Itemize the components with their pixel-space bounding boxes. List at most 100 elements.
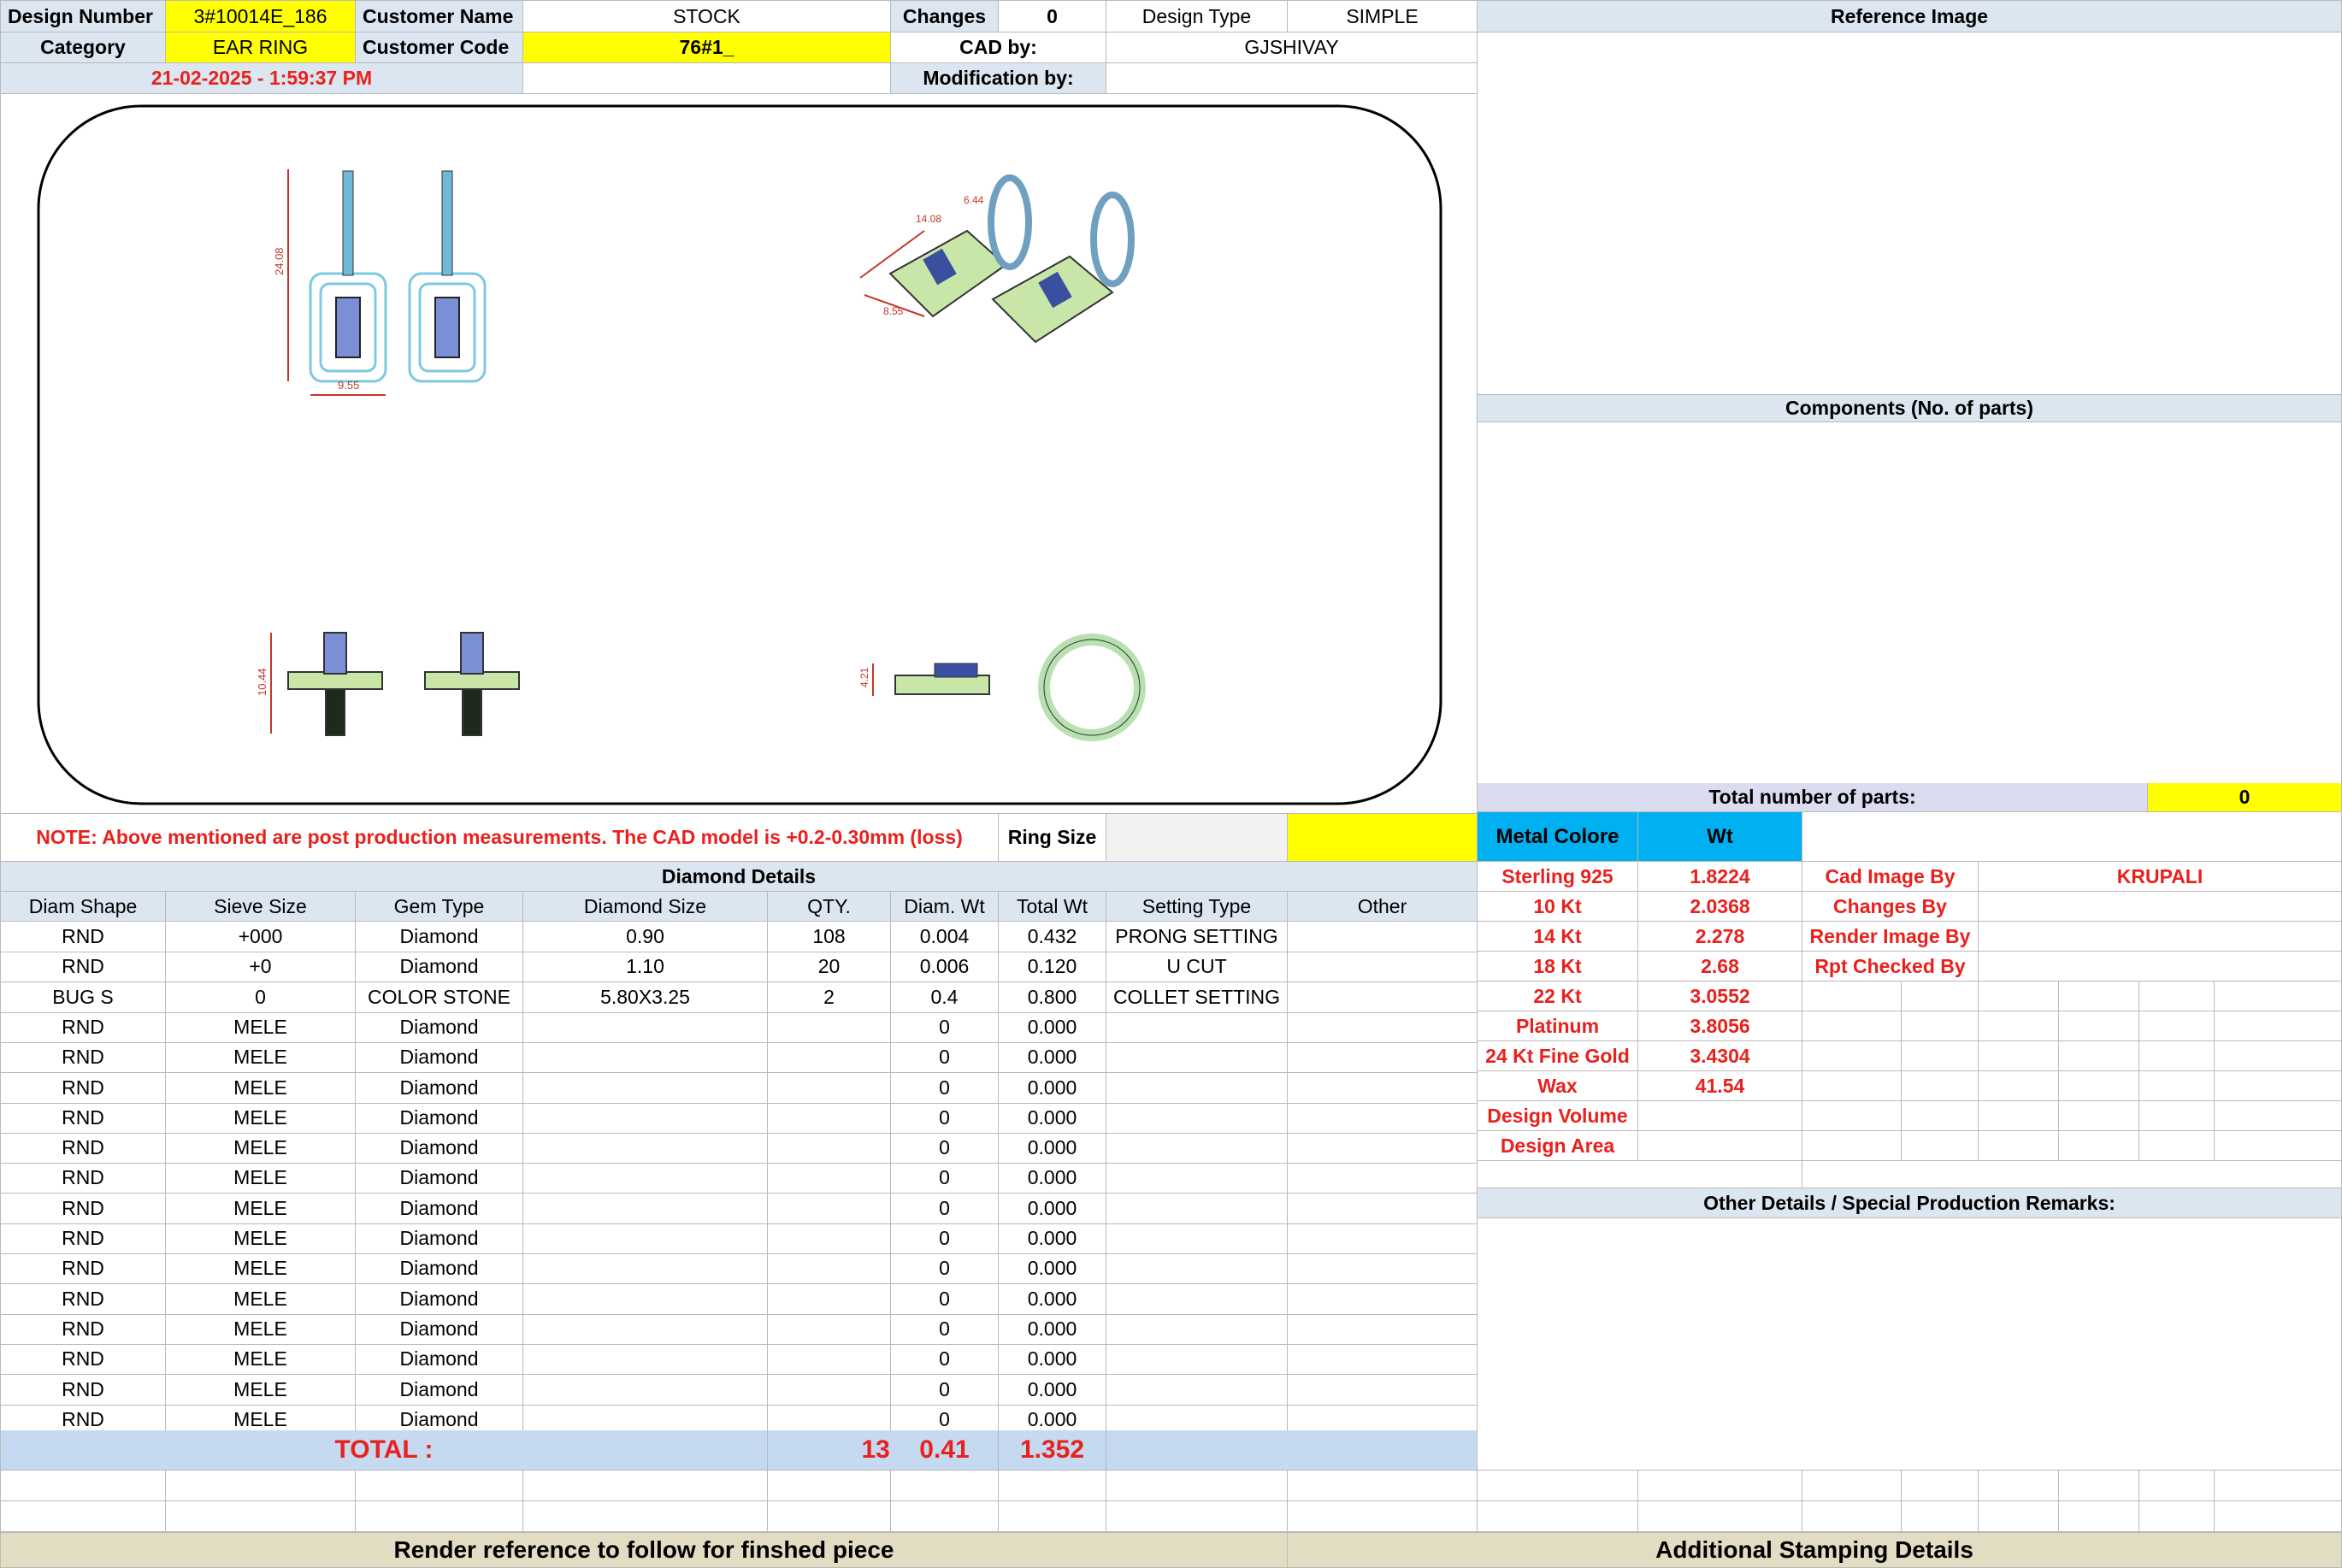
empty-cell[interactable] xyxy=(356,1501,523,1532)
table-cell[interactable]: Diamond xyxy=(356,1344,523,1375)
credit-value[interactable]: KRUPALI xyxy=(1979,862,2342,892)
table-cell[interactable]: 0 xyxy=(891,1163,999,1194)
table-cell[interactable]: Diamond xyxy=(356,1042,523,1073)
empty-cell[interactable] xyxy=(768,1501,891,1532)
table-cell[interactable] xyxy=(768,1073,891,1104)
table-cell[interactable]: Diamond xyxy=(356,1314,523,1345)
table-cell[interactable]: MELE xyxy=(166,1163,356,1194)
table-cell[interactable] xyxy=(1288,952,1478,982)
credit-grid-cell[interactable] xyxy=(2059,1101,2139,1131)
table-cell[interactable]: Diamond xyxy=(356,1375,523,1406)
empty-cell[interactable] xyxy=(1802,1501,1902,1532)
table-cell[interactable] xyxy=(1106,1284,1288,1315)
metal-weight[interactable]: 2.68 xyxy=(1638,952,1802,981)
table-cell[interactable]: MELE xyxy=(166,1042,356,1073)
table-cell[interactable] xyxy=(523,1314,768,1345)
table-cell[interactable] xyxy=(1288,1163,1478,1194)
credit-grid-cell[interactable] xyxy=(2139,1131,2215,1161)
empty-cell[interactable] xyxy=(356,1471,523,1501)
table-cell[interactable]: 0.004 xyxy=(891,922,999,952)
table-cell[interactable] xyxy=(768,1133,891,1164)
metal-weight[interactable] xyxy=(1638,1101,1802,1131)
empty-cell[interactable] xyxy=(1979,1501,2059,1532)
table-cell[interactable]: MELE xyxy=(166,1103,356,1134)
table-cell[interactable]: RND xyxy=(0,1314,166,1345)
table-cell[interactable]: COLOR STONE xyxy=(356,982,523,1013)
credit-grid-cell[interactable] xyxy=(2215,1041,2342,1071)
table-cell[interactable] xyxy=(1288,1223,1478,1254)
table-cell[interactable] xyxy=(523,1103,768,1134)
table-cell[interactable] xyxy=(1288,1194,1478,1224)
empty-cell[interactable] xyxy=(1288,1501,1478,1532)
table-cell[interactable]: COLLET SETTING xyxy=(1106,982,1288,1013)
credit-grid-cell[interactable] xyxy=(1979,981,2059,1011)
table-cell[interactable] xyxy=(523,1012,768,1043)
table-cell[interactable]: Diamond xyxy=(356,1194,523,1224)
empty-cell[interactable] xyxy=(1106,1501,1288,1532)
credit-grid-cell[interactable] xyxy=(2139,1011,2215,1041)
table-cell[interactable]: 0.000 xyxy=(999,1042,1106,1073)
table-cell[interactable]: 20 xyxy=(768,952,891,982)
empty-cell[interactable] xyxy=(1478,1501,1638,1532)
table-cell[interactable] xyxy=(1288,982,1478,1013)
table-cell[interactable]: RND xyxy=(0,1163,166,1194)
table-cell[interactable] xyxy=(768,1163,891,1194)
table-cell[interactable]: 0.000 xyxy=(999,1194,1106,1224)
table-cell[interactable]: PRONG SETTING xyxy=(1106,922,1288,952)
table-cell[interactable]: 108 xyxy=(768,922,891,952)
table-cell[interactable]: Diamond xyxy=(356,922,523,952)
table-cell[interactable] xyxy=(1288,1042,1478,1073)
table-cell[interactable]: Diamond xyxy=(356,1073,523,1104)
credit-value[interactable] xyxy=(1979,952,2342,981)
table-cell[interactable] xyxy=(523,1073,768,1104)
credit-grid-cell[interactable] xyxy=(1902,1131,1979,1161)
table-cell[interactable]: 0 xyxy=(891,1073,999,1104)
credit-grid-cell[interactable] xyxy=(1802,1131,1902,1161)
empty-cell[interactable] xyxy=(999,1501,1106,1532)
table-cell[interactable] xyxy=(523,1284,768,1315)
credit-grid-cell[interactable] xyxy=(1902,981,1979,1011)
table-cell[interactable]: RND xyxy=(0,1284,166,1315)
credit-grid-cell[interactable] xyxy=(2139,1071,2215,1101)
table-cell[interactable] xyxy=(1288,922,1478,952)
customer-name-value[interactable]: STOCK xyxy=(523,0,891,32)
credit-grid-cell[interactable] xyxy=(1802,1011,1902,1041)
table-cell[interactable] xyxy=(1106,1253,1288,1284)
credit-grid-cell[interactable] xyxy=(1902,1101,1979,1131)
table-cell[interactable] xyxy=(1288,1284,1478,1315)
table-cell[interactable]: 0 xyxy=(166,982,356,1013)
table-cell[interactable] xyxy=(768,1103,891,1134)
table-cell[interactable] xyxy=(1106,1042,1288,1073)
table-cell[interactable]: 0 xyxy=(891,1344,999,1375)
table-cell[interactable]: MELE xyxy=(166,1012,356,1043)
table-cell[interactable] xyxy=(1288,1344,1478,1375)
empty-cell[interactable] xyxy=(523,1471,768,1501)
metal-weight[interactable]: 2.278 xyxy=(1638,922,1802,952)
table-cell[interactable]: 0.120 xyxy=(999,952,1106,982)
table-cell[interactable]: 0.000 xyxy=(999,1012,1106,1043)
table-cell[interactable]: 0 xyxy=(891,1314,999,1345)
table-cell[interactable]: Diamond xyxy=(356,1133,523,1164)
table-cell[interactable] xyxy=(523,1253,768,1284)
table-cell[interactable]: +0 xyxy=(166,952,356,982)
table-cell[interactable] xyxy=(768,1344,891,1375)
table-cell[interactable] xyxy=(523,1133,768,1164)
table-cell[interactable]: 0.800 xyxy=(999,982,1106,1013)
credit-grid-cell[interactable] xyxy=(1979,1101,2059,1131)
table-cell[interactable]: 0 xyxy=(891,1133,999,1164)
credit-grid-cell[interactable] xyxy=(1802,1041,1902,1071)
empty-cell[interactable] xyxy=(1106,1471,1288,1501)
table-cell[interactable] xyxy=(1106,1314,1288,1345)
empty-cell[interactable] xyxy=(2139,1471,2215,1501)
table-cell[interactable] xyxy=(1106,1375,1288,1406)
credit-grid-cell[interactable] xyxy=(2139,1041,2215,1071)
table-cell[interactable] xyxy=(768,1223,891,1254)
table-cell[interactable] xyxy=(1106,1133,1288,1164)
credit-grid-cell[interactable] xyxy=(2215,981,2342,1011)
table-cell[interactable] xyxy=(1288,1103,1478,1134)
empty-cell[interactable] xyxy=(2215,1471,2342,1501)
table-cell[interactable]: 0.000 xyxy=(999,1223,1106,1254)
credit-grid-cell[interactable] xyxy=(2215,1071,2342,1101)
credit-grid-cell[interactable] xyxy=(1979,1041,2059,1071)
credit-grid-cell[interactable] xyxy=(1802,1071,1902,1101)
